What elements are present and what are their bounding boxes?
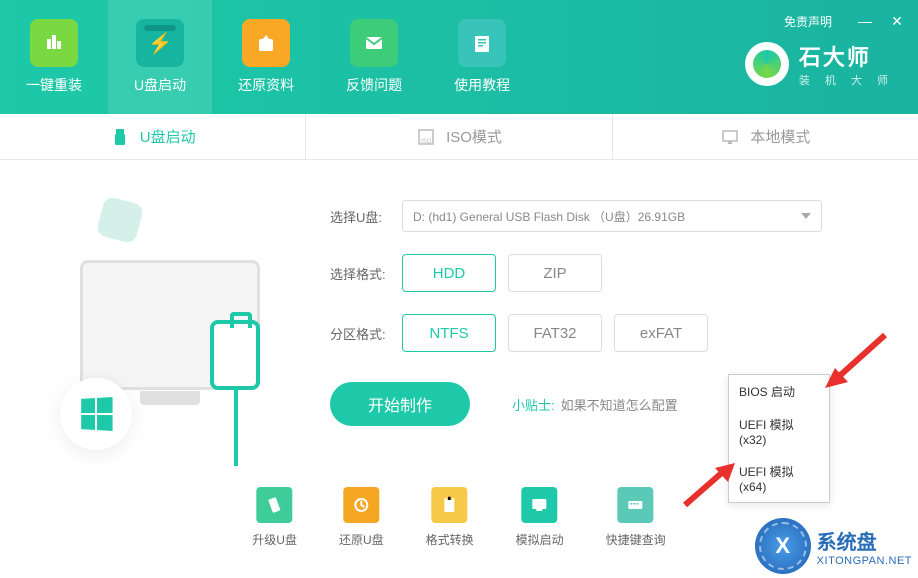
start-button[interactable]: 开始制作 <box>330 382 470 426</box>
nav-tab-reinstall[interactable]: 一键重装 <box>0 0 108 114</box>
nav-tab-tutorial[interactable]: 使用教程 <box>428 0 536 114</box>
windows-logo-icon <box>81 397 112 431</box>
usb-illustration <box>30 200 310 480</box>
mode-tab-iso[interactable]: ISO ISO模式 <box>306 114 612 159</box>
nav-label: 一键重装 <box>26 75 82 95</box>
watermark-title: 系统盘 <box>817 526 912 555</box>
tool-restore-usb[interactable]: 还原U盘 <box>339 487 384 548</box>
app-header: 一键重装 U盘启动 还原资料 反馈问题 使用教程 石大师 <box>0 0 918 114</box>
feedback-icon <box>350 19 398 67</box>
brand-subtitle: 装 机 大 师 <box>799 72 894 88</box>
svg-text:ISO: ISO <box>421 139 432 145</box>
nav-label: 使用教程 <box>454 75 510 95</box>
tip-label: 小贴士: <box>512 395 555 414</box>
tool-label: 模拟启动 <box>516 531 564 548</box>
watermark: X 系统盘 XITONGPAN.NET <box>755 518 912 574</box>
nav-label: 还原资料 <box>238 75 294 95</box>
usb-icon <box>110 127 130 147</box>
nav-tab-usb-boot[interactable]: U盘启动 <box>108 0 212 114</box>
mode-tab-label: U盘启动 <box>140 126 196 147</box>
tool-format-convert[interactable]: 格式转换 <box>426 487 474 548</box>
usb-select-label: 选择U盘: <box>330 207 402 226</box>
leaf-decoration-icon <box>96 196 145 245</box>
usb-select-value: D: (hd1) General USB Flash Disk （U盘）26.9… <box>413 208 685 225</box>
nav-label: U盘启动 <box>134 75 186 95</box>
simulate-boot-icon <box>522 487 558 523</box>
windows-badge <box>60 378 132 450</box>
tool-label: 升级U盘 <box>252 531 297 548</box>
watermark-url: XITONGPAN.NET <box>817 555 912 567</box>
format-convert-icon <box>432 487 468 523</box>
mode-tab-usb[interactable]: U盘启动 <box>0 114 306 159</box>
dropdown-item-uefi32[interactable]: UEFI 模拟(x32) <box>729 408 829 455</box>
partition-option-ntfs[interactable]: NTFS <box>402 314 496 352</box>
reinstall-icon <box>30 19 78 67</box>
mode-tab-label: 本地模式 <box>750 126 810 147</box>
chevron-down-icon <box>801 213 811 219</box>
watermark-logo-icon: X <box>755 518 811 574</box>
partition-label: 分区格式: <box>330 324 402 343</box>
bottom-toolbar: 升级U盘 还原U盘 格式转换 模拟启动 快捷键查询 <box>252 487 665 548</box>
tip-text: 如果不知道怎么配置 <box>561 395 678 414</box>
nav-tabs: 一键重装 U盘启动 还原资料 反馈问题 使用教程 <box>0 0 536 114</box>
tool-label: 格式转换 <box>426 531 474 548</box>
usb-cable-icon <box>210 320 270 400</box>
upgrade-usb-icon <box>257 487 293 523</box>
dropdown-item-uefi64[interactable]: UEFI 模拟(x64) <box>729 455 829 502</box>
tool-hotkey-query[interactable]: 快捷键查询 <box>606 487 666 548</box>
usb-boot-icon <box>136 19 184 67</box>
iso-icon: ISO <box>416 127 436 147</box>
brand: 石大师 装 机 大 师 <box>745 40 894 88</box>
format-option-hdd[interactable]: HDD <box>402 254 496 292</box>
brand-title: 石大师 <box>799 40 894 72</box>
partition-option-fat32[interactable]: FAT32 <box>508 314 602 352</box>
partition-option-exfat[interactable]: exFAT <box>614 314 708 352</box>
mode-tabs: U盘启动 ISO ISO模式 本地模式 <box>0 114 918 160</box>
usb-select-dropdown[interactable]: D: (hd1) General USB Flash Disk （U盘）26.9… <box>402 200 822 232</box>
tutorial-icon <box>458 19 506 67</box>
keyboard-icon <box>618 487 654 523</box>
mode-tab-label: ISO模式 <box>446 126 502 147</box>
restore-usb-icon <box>343 487 379 523</box>
window-controls: 免责声明 — ✕ <box>784 12 906 30</box>
disclaimer-link[interactable]: 免责声明 <box>784 13 832 30</box>
boot-mode-dropdown: BIOS 启动 UEFI 模拟(x32) UEFI 模拟(x64) <box>728 374 830 503</box>
dropdown-item-bios[interactable]: BIOS 启动 <box>729 375 829 408</box>
brand-logo-icon <box>745 42 789 86</box>
minimize-button[interactable]: — <box>856 12 874 30</box>
monitor-icon <box>720 127 740 147</box>
nav-tab-restore[interactable]: 还原资料 <box>212 0 320 114</box>
format-label: 选择格式: <box>330 264 402 283</box>
tool-upgrade-usb[interactable]: 升级U盘 <box>252 487 297 548</box>
tool-simulate-boot[interactable]: 模拟启动 <box>516 487 564 548</box>
mode-tab-local[interactable]: 本地模式 <box>613 114 918 159</box>
nav-label: 反馈问题 <box>346 75 402 95</box>
tool-label: 还原U盘 <box>339 531 384 548</box>
nav-tab-feedback[interactable]: 反馈问题 <box>320 0 428 114</box>
close-button[interactable]: ✕ <box>888 12 906 30</box>
format-option-zip[interactable]: ZIP <box>508 254 602 292</box>
restore-icon <box>242 19 290 67</box>
tool-label: 快捷键查询 <box>606 531 666 548</box>
